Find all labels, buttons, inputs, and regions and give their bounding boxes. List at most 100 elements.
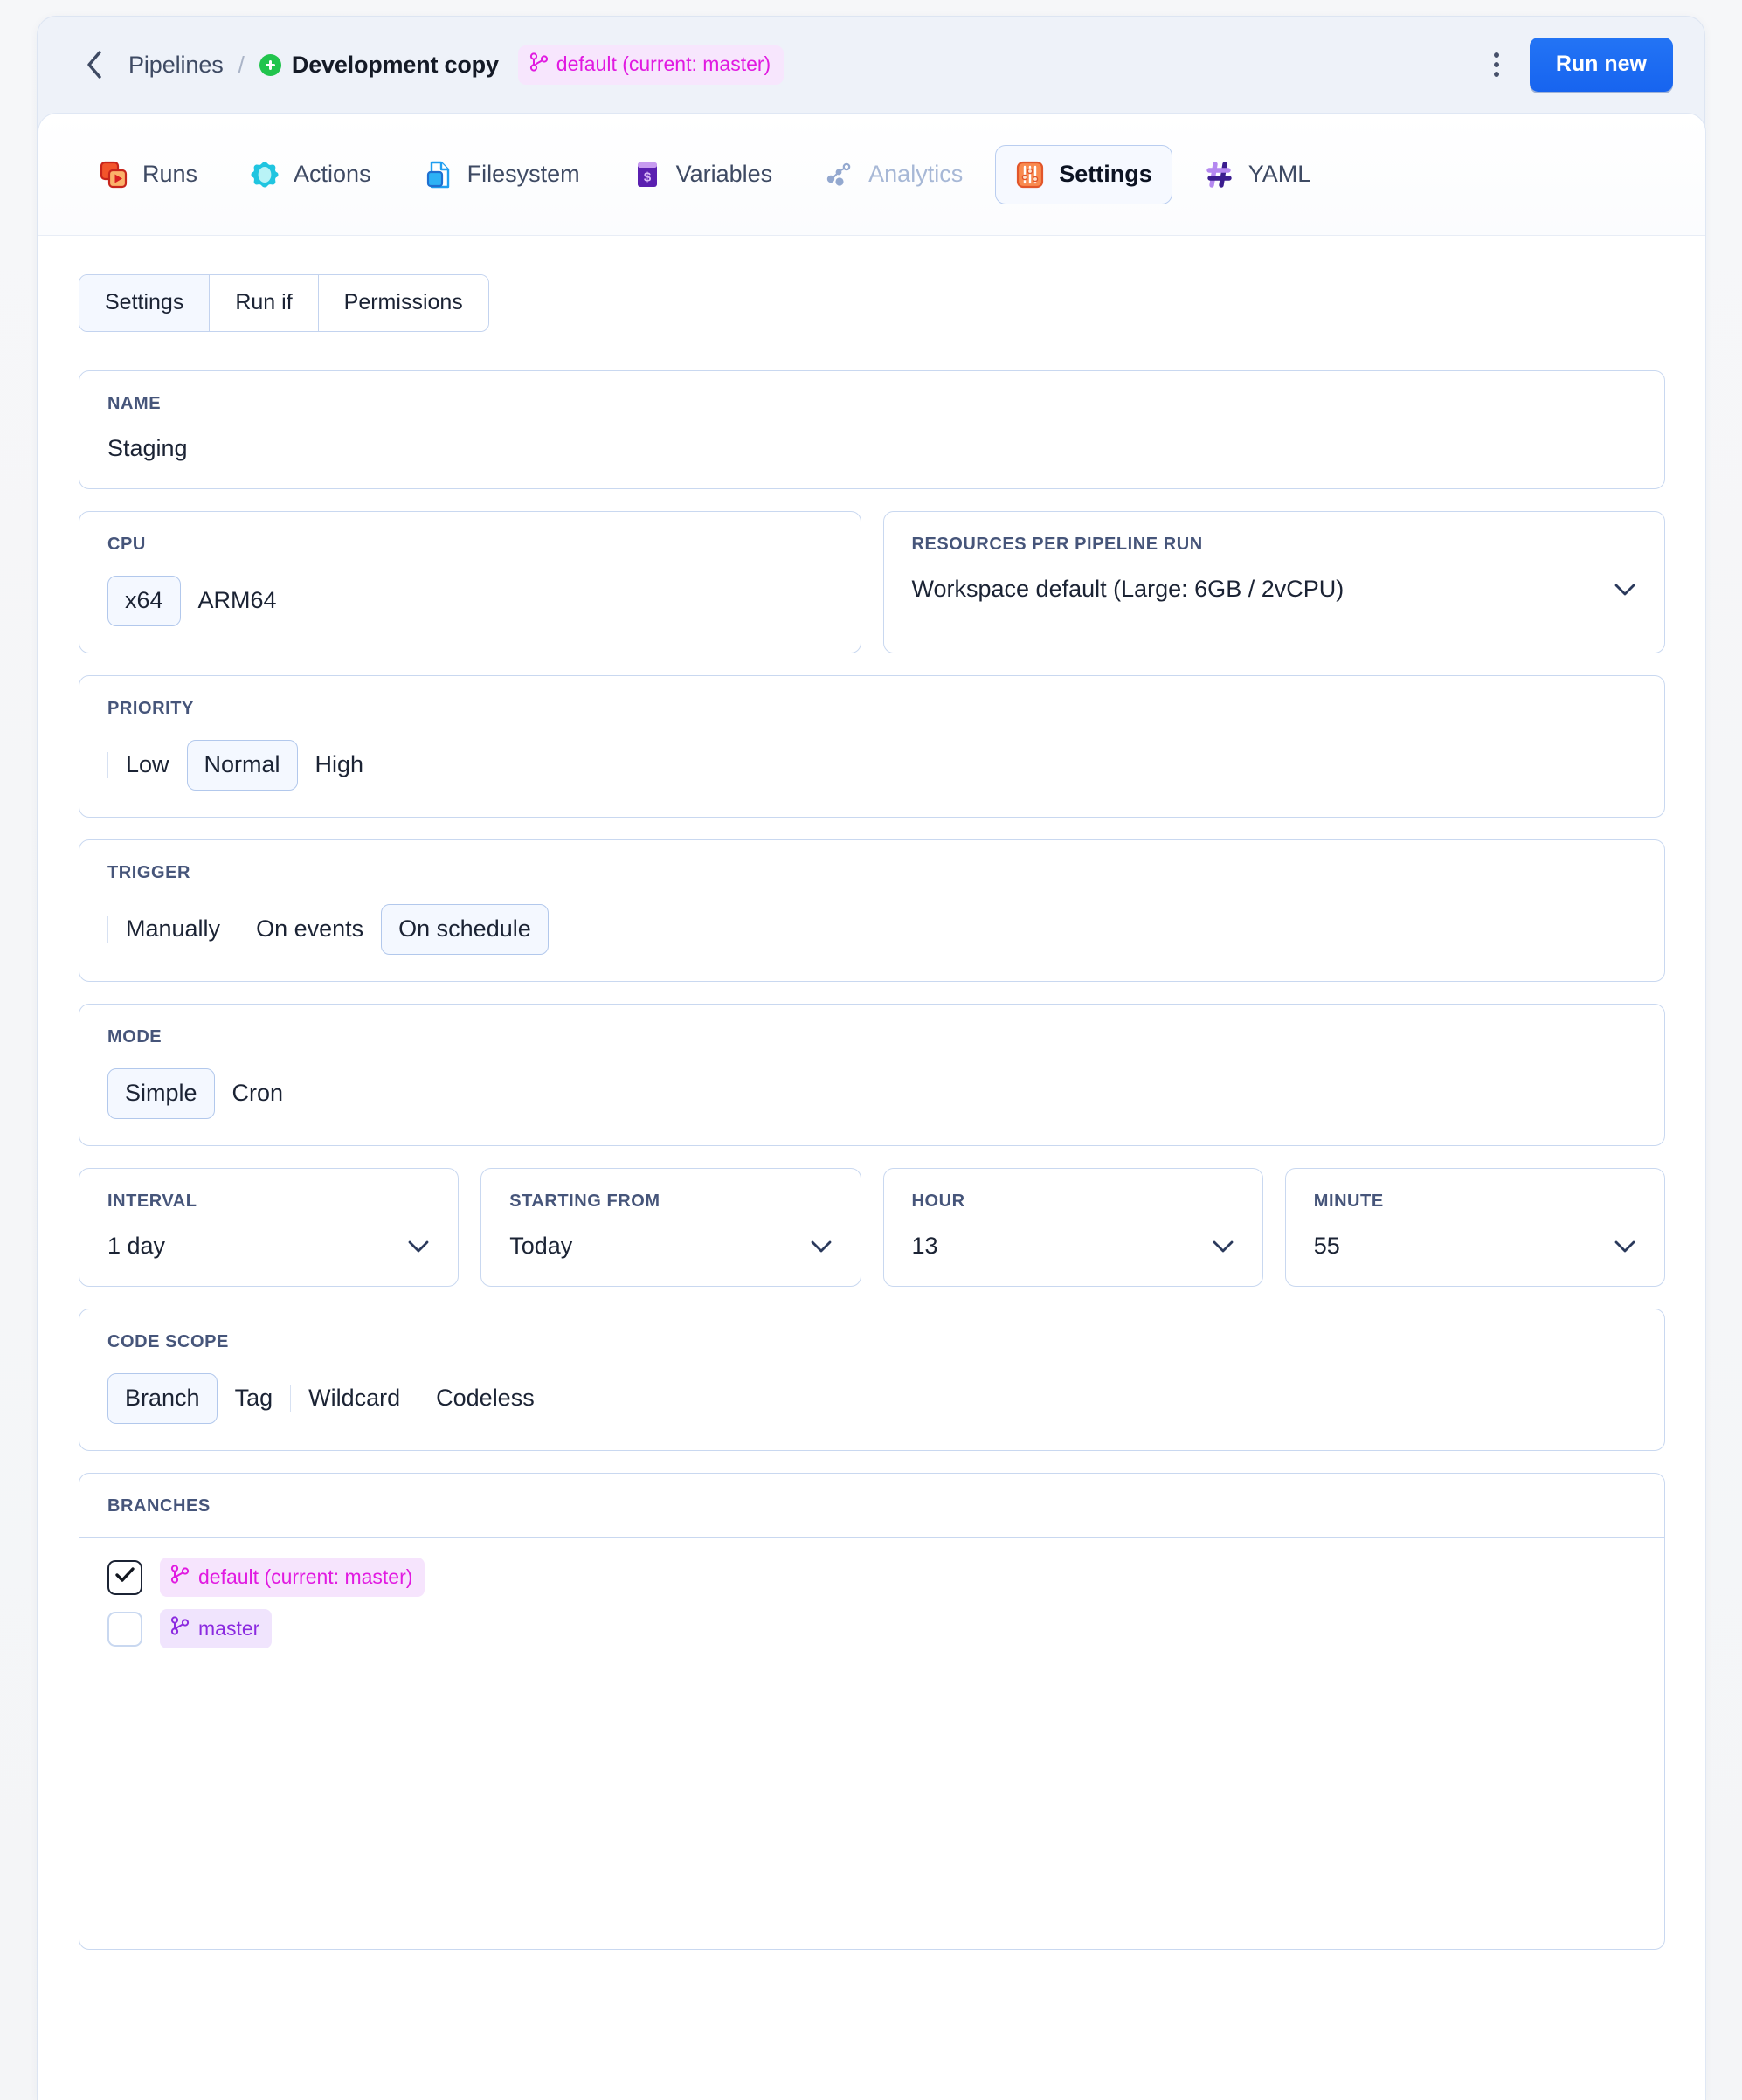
chevron-down-icon [1614,576,1636,603]
pipeline-window: Pipelines / Development copy default (cu… [37,16,1706,2100]
starting-from-field-card: STARTING FROM Today [480,1168,861,1287]
trigger-option-on-events[interactable]: On events [238,904,381,955]
branch-checkbox-default[interactable] [107,1559,142,1595]
cpu-option-arm64[interactable]: ARM64 [181,576,294,626]
name-field-card: NAME Staging [79,370,1665,489]
name-input[interactable]: Staging [107,435,1636,462]
mode-option-simple[interactable]: Simple [107,1068,215,1119]
variables-icon: $ [633,160,662,190]
tab-runs-label: Runs [142,161,198,187]
tab-runs[interactable]: Runs [79,145,218,204]
priority-option-low[interactable]: Low [108,740,187,791]
tab-settings[interactable]: Settings [995,144,1172,204]
trigger-field-card: TRIGGER Manually On events On schedule [79,839,1665,982]
code-scope-field-card: CODE SCOPE Branch Tag Wildcard Codeless [79,1309,1665,1451]
resources-dropdown[interactable]: Workspace default (Large: 6GB / 2vCPU) [912,576,1637,603]
tab-analytics[interactable]: Analytics [805,145,983,204]
chevron-down-icon [810,1233,833,1260]
minute-field-label: MINUTE [1313,1192,1384,1211]
page-header: Pipelines / Development copy default (cu… [38,17,1704,113]
chevron-left-icon [85,50,104,79]
header-branch-pill[interactable]: default (current: master) [517,45,785,85]
branch-tag-default[interactable]: default (current: master) [160,1558,425,1597]
trigger-option-manually[interactable]: Manually [108,904,238,955]
mode-field-card: MODE Simple Cron [79,1004,1665,1146]
cpu-option-x64[interactable]: x64 [107,576,181,626]
runs-icon [99,160,128,190]
run-new-button[interactable]: Run new [1529,38,1673,92]
hour-field-card: HOUR 13 [882,1168,1263,1287]
settings-icon [1015,160,1045,190]
tab-yaml[interactable]: YAML [1185,145,1331,204]
code-scope-option-branch[interactable]: Branch [107,1373,218,1424]
tab-settings-label: Settings [1059,161,1152,187]
tab-filesystem[interactable]: Filesystem [404,145,600,204]
check-icon [114,1566,135,1588]
mode-field-label: MODE [107,1027,162,1047]
list-item: master [107,1609,1636,1648]
subtab-permissions[interactable]: Permissions [318,275,488,331]
branches-list: default (current: master) master [79,1538,1664,1949]
kebab-dot [1493,72,1499,77]
interval-dropdown[interactable]: 1 day [107,1233,430,1260]
cpu-option-group: x64 ARM64 [107,576,833,626]
tab-actions[interactable]: Actions [230,145,391,204]
code-scope-option-group: Branch Tag Wildcard Codeless [107,1373,1636,1424]
header-branch-pill-label: default (current: master) [556,52,771,75]
chevron-down-icon [407,1233,430,1260]
primary-nav-tabs: Runs Actions Filesystem $ Variables Anal… [38,114,1705,236]
code-scope-option-tag[interactable]: Tag [218,1373,291,1424]
git-branch-icon [170,1564,190,1590]
kebab-dot [1493,52,1499,58]
cpu-field-label: CPU [107,535,146,554]
app-root: Pipelines / Development copy default (cu… [0,0,1742,2100]
starting-from-field-label: STARTING FROM [509,1192,660,1211]
subtab-settings[interactable]: Settings [79,275,211,331]
schedule-row: INTERVAL 1 day STARTING FROM Today HOUR … [79,1168,1665,1309]
interval-dropdown-value: 1 day [107,1233,166,1259]
interval-field-card: INTERVAL 1 day [79,1168,460,1287]
trigger-option-on-schedule[interactable]: On schedule [381,904,549,955]
hour-field-label: HOUR [911,1192,965,1211]
priority-option-normal[interactable]: Normal [186,740,298,791]
hour-dropdown[interactable]: 13 [912,1233,1234,1260]
settings-subtabs: Settings Run if Permissions [79,274,489,332]
breadcrumb-separator: / [238,51,245,78]
starting-from-dropdown-value: Today [509,1233,573,1259]
minute-field-card: MINUTE 55 [1284,1168,1665,1287]
svg-text:$: $ [643,169,651,184]
git-branch-icon [529,52,549,78]
branch-tag-master[interactable]: master [160,1609,273,1648]
branch-checkbox-master[interactable] [107,1611,142,1647]
back-button[interactable] [79,50,109,79]
page-title: Development copy [291,51,499,78]
code-scope-option-wildcard[interactable]: Wildcard [291,1373,418,1424]
subtab-run-if[interactable]: Run if [210,275,319,331]
branches-field-label: BRANCHES [107,1496,211,1516]
more-vertical-icon[interactable] [1477,45,1516,84]
tab-actions-label: Actions [294,161,371,187]
breadcrumb-pipelines[interactable]: Pipelines [128,52,224,79]
code-scope-field-label: CODE SCOPE [107,1332,229,1351]
hour-dropdown-value: 13 [911,1233,938,1259]
trigger-option-group: Manually On events On schedule [107,904,1636,955]
tab-variables[interactable]: $ Variables [612,145,793,204]
mode-option-group: Simple Cron [107,1068,1636,1119]
resources-field-label: RESOURCES PER PIPELINE RUN [911,535,1203,554]
priority-option-high[interactable]: High [298,740,382,791]
actions-icon [250,160,280,190]
branch-tag-master-label: master [198,1616,260,1640]
analytics-icon [825,160,854,190]
starting-from-dropdown[interactable]: Today [509,1233,832,1260]
priority-field-label: PRIORITY [107,699,194,718]
code-scope-option-codeless[interactable]: Codeless [418,1373,552,1424]
tab-analytics-label: Analytics [868,161,964,187]
tab-variables-label: Variables [675,161,773,187]
filesystem-icon [424,160,453,190]
green-check-dot-icon [259,53,281,76]
minute-dropdown[interactable]: 55 [1314,1233,1636,1260]
mode-option-cron[interactable]: Cron [215,1068,301,1119]
content-panel: Runs Actions Filesystem $ Variables Anal… [38,113,1706,2100]
minute-dropdown-value: 55 [1313,1233,1340,1259]
tab-yaml-label: YAML [1248,161,1311,187]
